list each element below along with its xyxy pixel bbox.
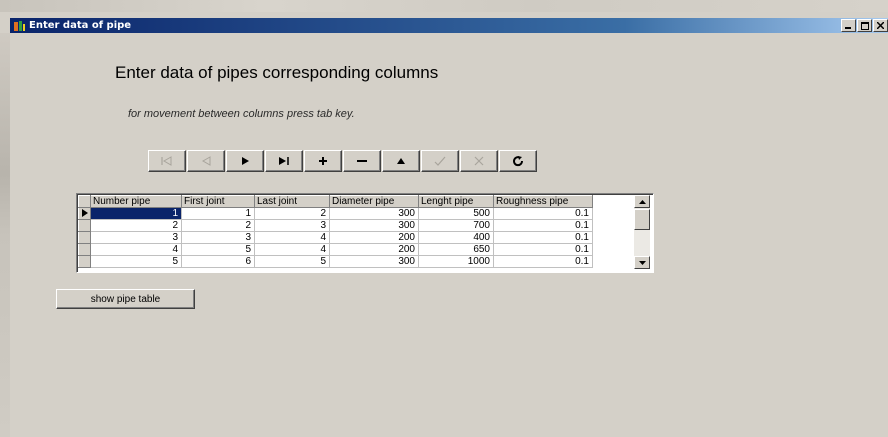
table-cell[interactable]: 1 [90, 207, 182, 220]
window-left-edge [0, 33, 10, 437]
scroll-down-button[interactable] [634, 256, 650, 269]
table-cell[interactable]: 3 [90, 231, 182, 244]
title-bar[interactable]: Enter data of pipe [10, 18, 888, 33]
prior-record-icon [201, 156, 211, 166]
vertical-scrollbar[interactable] [634, 195, 650, 269]
next-record-button[interactable] [226, 150, 264, 172]
table-cell[interactable]: 3 [181, 231, 255, 244]
page-heading: Enter data of pipes corresponding column… [115, 63, 439, 82]
table-cell[interactable]: 4 [254, 243, 330, 256]
header-indicator [78, 195, 91, 208]
table-cell[interactable]: 0.1 [493, 231, 593, 244]
table-cell[interactable]: 5 [181, 243, 255, 256]
first-record-icon [161, 156, 172, 166]
table-cell[interactable]: 200 [329, 243, 419, 256]
first-record-button[interactable] [148, 150, 186, 172]
row-indicator [78, 255, 91, 268]
scroll-thumb[interactable] [634, 209, 650, 230]
column-header-number-pipe[interactable]: Number pipe [90, 195, 182, 208]
maximize-button[interactable] [857, 19, 872, 32]
next-record-icon [242, 157, 249, 165]
table-cell[interactable]: 700 [418, 219, 494, 232]
last-record-button[interactable] [265, 150, 303, 172]
column-header-last-joint[interactable]: Last joint [254, 195, 330, 208]
last-record-icon [279, 157, 289, 165]
plus-icon [319, 157, 327, 165]
column-header-roughness-pipe[interactable]: Roughness pipe [493, 195, 593, 208]
table-cell[interactable]: 4 [90, 243, 182, 256]
row-indicator [78, 243, 91, 256]
table-cell[interactable]: 0.1 [493, 243, 593, 256]
column-header-first-joint[interactable]: First joint [181, 195, 255, 208]
table-cell[interactable]: 0.1 [493, 255, 593, 268]
check-icon [434, 156, 446, 166]
table-cell[interactable]: 300 [329, 219, 419, 232]
background-strip [0, 0, 888, 12]
table-cell[interactable]: 2 [254, 207, 330, 220]
scroll-track[interactable] [634, 230, 650, 256]
table-cell[interactable]: 400 [418, 231, 494, 244]
table-cell[interactable]: 5 [90, 255, 182, 268]
app-icon [12, 20, 26, 32]
row-indicator [78, 219, 91, 232]
table-cell[interactable]: 6 [181, 255, 255, 268]
table-cell[interactable]: 200 [329, 231, 419, 244]
table-cell[interactable]: 2 [181, 219, 255, 232]
scroll-up-button[interactable] [634, 195, 650, 208]
tab-key-hint: for movement between columns press tab k… [128, 108, 355, 120]
db-navigator [148, 150, 538, 172]
table-cell[interactable]: 300 [329, 207, 419, 220]
delete-record-button[interactable] [343, 150, 381, 172]
table-cell[interactable]: 0.1 [493, 219, 593, 232]
table-row[interactable]: 2 2 3 300 700 0.1 [78, 219, 593, 232]
table-cell[interactable]: 1000 [418, 255, 494, 268]
edit-record-button[interactable] [382, 150, 420, 172]
table-row[interactable]: 1 1 2 300 500 0.1 [78, 207, 593, 220]
window-title: Enter data of pipe [29, 20, 132, 31]
close-button[interactable] [873, 19, 888, 32]
table-cell[interactable]: 300 [329, 255, 419, 268]
table-cell[interactable]: 1 [181, 207, 255, 220]
table-cell[interactable]: 0.1 [493, 207, 593, 220]
refresh-icon [513, 155, 523, 166]
current-row-indicator-icon [78, 207, 91, 220]
scroll-up-icon [638, 199, 646, 204]
cancel-icon [474, 156, 484, 166]
pipe-table: Number pipe First joint Last joint Diame… [78, 195, 593, 268]
window-controls [841, 19, 888, 32]
post-edit-button[interactable] [421, 150, 459, 172]
show-pipe-table-button[interactable]: show pipe table [56, 289, 195, 309]
column-header-diameter-pipe[interactable]: Diameter pipe [329, 195, 419, 208]
pipe-data-grid[interactable]: Number pipe First joint Last joint Diame… [76, 193, 654, 273]
table-cell[interactable]: 3 [254, 219, 330, 232]
row-indicator [78, 231, 91, 244]
minimize-button[interactable] [841, 19, 856, 32]
column-header-lenght-pipe[interactable]: Lenght pipe [418, 195, 494, 208]
prior-record-button[interactable] [187, 150, 225, 172]
table-cell[interactable]: 650 [418, 243, 494, 256]
table-row[interactable]: 4 5 4 200 650 0.1 [78, 243, 593, 256]
insert-record-button[interactable] [304, 150, 342, 172]
refresh-data-button[interactable] [499, 150, 537, 172]
minus-icon [357, 160, 367, 162]
table-row[interactable]: 5 6 5 300 1000 0.1 [78, 255, 593, 268]
table-cell[interactable]: 500 [418, 207, 494, 220]
table-cell[interactable]: 5 [254, 255, 330, 268]
up-triangle-icon [397, 158, 405, 164]
table-cell[interactable]: 2 [90, 219, 182, 232]
scroll-down-icon [638, 260, 646, 265]
cancel-edit-button[interactable] [460, 150, 498, 172]
table-cell[interactable]: 4 [254, 231, 330, 244]
table-row[interactable]: 3 3 4 200 400 0.1 [78, 231, 593, 244]
header-row: Number pipe First joint Last joint Diame… [78, 195, 593, 208]
